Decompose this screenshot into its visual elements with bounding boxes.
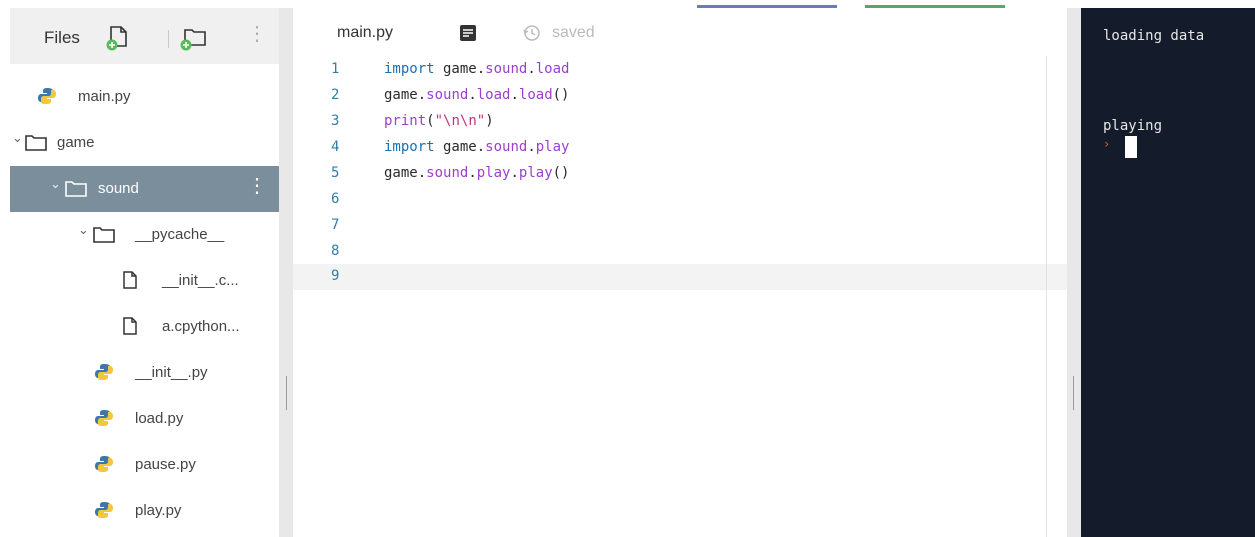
tree-item-label: __init__.py <box>135 364 208 381</box>
folder-icon <box>92 224 116 248</box>
line-number: 1 <box>331 61 340 77</box>
line-number: 5 <box>331 165 340 181</box>
sidebar-menu-icon[interactable]: ⋮ <box>247 24 267 44</box>
console-output-line: playing <box>1103 118 1163 134</box>
code-text: game.sound.play.play() <box>384 165 570 181</box>
document-icon[interactable] <box>459 24 477 47</box>
chevron-down-icon[interactable]: ⌄ <box>12 130 23 146</box>
files-title: Files <box>44 28 80 47</box>
console-output-line: loading data <box>1103 28 1205 44</box>
editor-margin-line <box>1046 56 1047 537</box>
editor-tab-bar: main.py saved <box>293 8 1067 58</box>
console-panel[interactable]: loading data playing › <box>1081 8 1255 537</box>
chevron-down-icon[interactable]: ⌄ <box>78 222 89 238</box>
code-editor: main.py saved 1 import game.sound.load 2… <box>293 8 1067 537</box>
tree-item-play-py[interactable]: play.py <box>0 488 279 534</box>
code-line[interactable]: 6 <box>293 190 1067 210</box>
tree-item-label: main.py <box>78 88 131 105</box>
line-number: 3 <box>331 113 340 129</box>
line-number: 7 <box>331 217 340 233</box>
code-line[interactable]: 7 <box>293 216 1067 236</box>
file-icon <box>122 316 138 340</box>
line-number: 4 <box>331 139 340 155</box>
tree-item-pause-py[interactable]: pause.py <box>0 442 279 488</box>
line-number: 9 <box>331 268 340 284</box>
code-line[interactable]: 4 import game.sound.play <box>293 138 1067 158</box>
python-icon <box>94 408 114 432</box>
history-icon <box>522 23 542 48</box>
new-file-icon[interactable] <box>103 22 133 52</box>
code-line[interactable]: 3 print("\n\n") <box>293 112 1067 132</box>
code-line-active[interactable]: 9 <box>293 264 1067 290</box>
tree-item-pycache[interactable]: ⌄ __pycache__ <box>0 212 279 258</box>
line-number: 8 <box>331 243 340 259</box>
file-sidebar: Files ⋮ main.py ⌄ game ⌄ sound ⋮ ⌄ __pyc… <box>0 8 279 537</box>
file-icon <box>122 270 138 294</box>
header-separator <box>168 30 169 48</box>
top-bar <box>0 0 1255 9</box>
console-resize-grip[interactable] <box>1073 376 1074 410</box>
line-number: 6 <box>331 191 340 207</box>
code-text: import game.sound.play <box>384 139 570 155</box>
tree-item-label: __pycache__ <box>135 226 225 243</box>
tree-item-label: sound <box>98 180 139 197</box>
python-icon <box>94 500 114 524</box>
folder-icon <box>64 178 88 202</box>
prompt-icon: › <box>1103 137 1111 151</box>
code-line[interactable]: 1 import game.sound.load <box>293 60 1067 80</box>
tree-item-game[interactable]: ⌄ game <box>0 120 279 166</box>
chevron-down-icon[interactable]: ⌄ <box>50 176 61 192</box>
code-line[interactable]: 2 game.sound.load.load() <box>293 86 1067 106</box>
new-folder-icon[interactable] <box>178 22 208 52</box>
tree-item-label: game <box>57 134 95 151</box>
sidebar-resize-handle[interactable] <box>279 8 293 537</box>
code-text: import game.sound.load <box>384 61 570 77</box>
console-resize-handle[interactable] <box>1067 8 1081 537</box>
files-header: Files ⋮ <box>10 8 279 64</box>
folder-icon <box>24 132 48 156</box>
code-line[interactable]: 5 game.sound.play.play() <box>293 164 1067 184</box>
code-line[interactable]: 8 <box>293 242 1067 262</box>
tree-item-load-py[interactable]: load.py <box>0 396 279 442</box>
sidebar-resize-grip[interactable] <box>286 376 287 410</box>
tree-item-main-py[interactable]: main.py <box>0 74 279 120</box>
tree-item-label: play.py <box>135 502 182 519</box>
code-text: print("\n\n") <box>384 113 494 129</box>
tree-item-label: pause.py <box>135 456 196 473</box>
item-menu-icon[interactable]: ⋮ <box>247 176 267 196</box>
code-text: game.sound.load.load() <box>384 87 570 103</box>
tree-item-label: a.cpython... <box>162 318 240 335</box>
line-number: 2 <box>331 87 340 103</box>
tree-item-init-cpython[interactable]: __init__.c... <box>0 258 279 304</box>
tree-item-label: __init__.c... <box>162 272 239 289</box>
tree-item-label: load.py <box>135 410 184 427</box>
tree-item-a-cpython[interactable]: a.cpython... <box>0 304 279 350</box>
python-icon <box>37 86 57 110</box>
python-icon <box>94 454 114 478</box>
saved-status: saved <box>552 24 595 41</box>
tree-item-init-py[interactable]: __init__.py <box>0 350 279 396</box>
tree-item-sound[interactable]: ⌄ sound ⋮ <box>10 166 279 212</box>
console-cursor[interactable] <box>1125 136 1137 158</box>
tab-main-py[interactable]: main.py <box>337 24 393 42</box>
python-icon <box>94 362 114 386</box>
